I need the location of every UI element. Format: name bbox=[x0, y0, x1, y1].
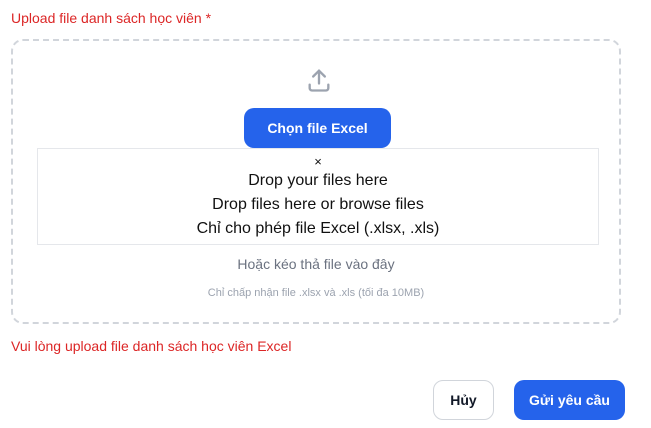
validation-error: Vui lòng upload file danh sách học viên … bbox=[11, 338, 292, 354]
close-icon[interactable]: × bbox=[38, 155, 598, 169]
submit-request-button[interactable]: Gửi yêu cầu bbox=[514, 380, 625, 420]
upload-icon bbox=[308, 69, 330, 92]
file-type-restriction: Chỉ cho phép file Excel (.xlsx, .xls) bbox=[196, 220, 440, 237]
upload-field-label: Upload file danh sách học viên * bbox=[11, 10, 212, 26]
drag-drop-hint: Hoặc kéo thả file vào đây bbox=[237, 256, 395, 272]
accepted-formats-hint: Chỉ chấp nhận file .xlsx và .xls (tối đa… bbox=[207, 287, 425, 299]
cancel-button[interactable]: Hủy bbox=[433, 380, 494, 420]
drop-title: Drop your files here bbox=[248, 172, 388, 189]
drop-files-overlay[interactable]: × Drop your files here Drop files here o… bbox=[37, 148, 599, 245]
choose-excel-button[interactable]: Chọn file Excel bbox=[244, 108, 391, 148]
drop-subtitle: Drop files here or browse files bbox=[212, 196, 424, 213]
